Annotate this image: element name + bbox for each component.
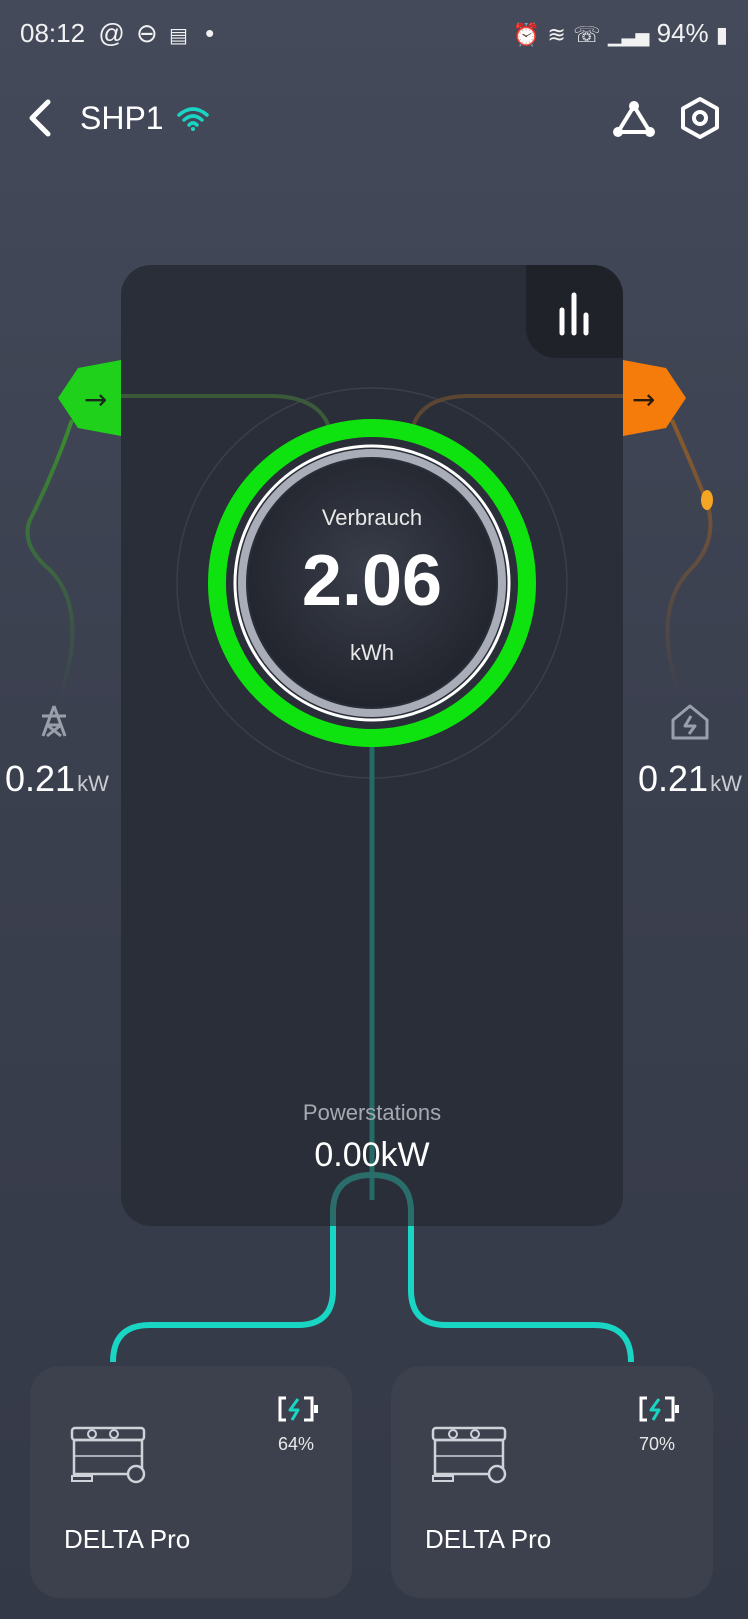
powerstations-value: 0.00kW (314, 1136, 430, 1174)
home-power-value: 0.21 (638, 758, 709, 799)
consumption-value: 2.06 (301, 541, 443, 621)
svg-text:→: → (632, 383, 655, 416)
battery-charging-icon (278, 1396, 318, 1422)
power-station-icon (70, 1426, 146, 1484)
grid-power: 0.21kW (5, 758, 109, 800)
grid-power-value: 0.21 (5, 758, 76, 799)
device-card[interactable]: 64% DELTA Pro (30, 1366, 352, 1598)
device-card[interactable]: 70% DELTA Pro (391, 1366, 713, 1598)
consumption-unit: kWh (350, 640, 394, 665)
power-station-icon (431, 1426, 507, 1484)
home-power: 0.21kW (638, 758, 742, 800)
device-name: DELTA Pro (64, 1524, 191, 1554)
device-battery-percent: 70% (639, 1434, 676, 1454)
power-pylon-icon (41, 705, 67, 738)
home-icon (671, 704, 709, 740)
flow-dot (701, 490, 713, 510)
grid-power-unit: kW (77, 771, 109, 796)
device-name: DELTA Pro (425, 1524, 552, 1554)
home-power-unit: kW (710, 771, 742, 796)
battery-charging-icon (639, 1396, 679, 1422)
svg-text:→: → (84, 383, 107, 416)
consumption-label: Verbrauch (321, 505, 423, 530)
device-battery-percent: 64% (278, 1434, 315, 1454)
powerstations-label: Powerstations (302, 1100, 442, 1125)
